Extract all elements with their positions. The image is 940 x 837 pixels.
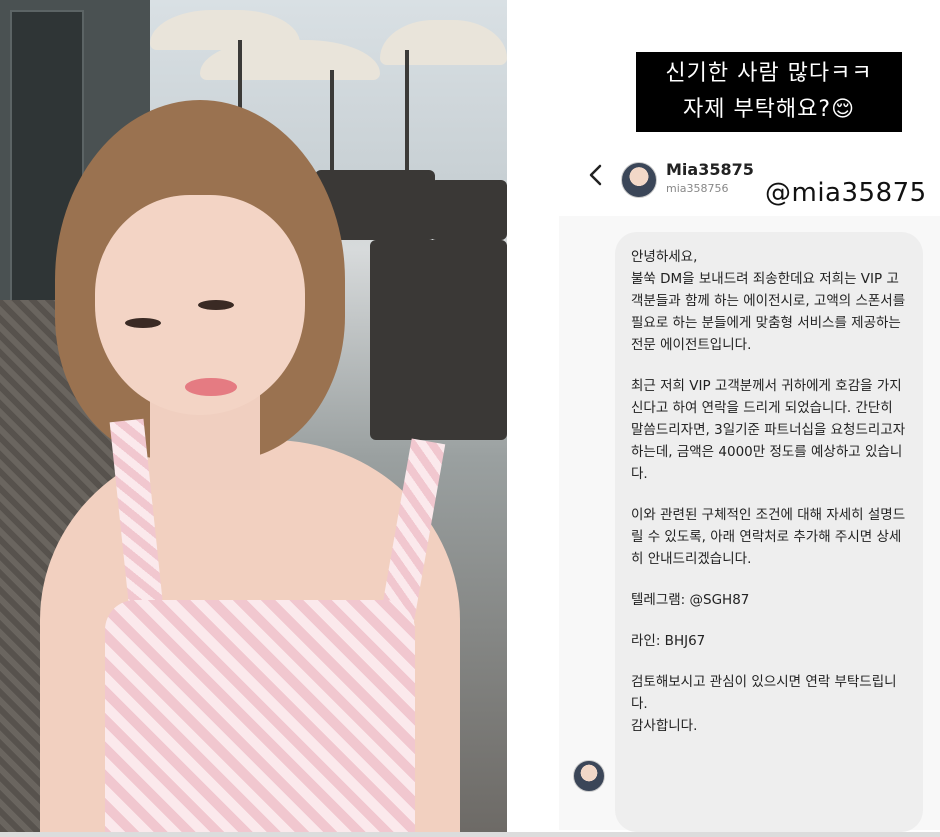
telegram-contact: 텔레그램: @SGH87 [631, 592, 750, 608]
sender-name: Mia35875 [666, 160, 754, 179]
dress [105, 600, 415, 832]
chevron-left-icon[interactable] [581, 160, 611, 190]
dm-header: Mia35875 mia358756 @mia35875 [559, 140, 940, 216]
avatar[interactable] [621, 162, 657, 198]
message-paragraph: 이와 관련된 구체적인 조건에 대해 자세히 설명드릴 수 있도록, 아래 연락… [631, 507, 906, 567]
caption-line-2: 자제 부탁해요?😌 [682, 97, 856, 122]
line-contact: 라인: BHJ67 [631, 633, 706, 649]
sender-username: mia358756 [666, 182, 729, 195]
threads-handle-text: @mia35875 [765, 178, 927, 208]
threads-handle-sticker: @mia35875 [765, 178, 927, 208]
dm-screenshot: Mia35875 mia358756 @mia35875 안녕하세요, 불쑥 D… [559, 140, 940, 832]
sender-avatar-small [573, 760, 605, 792]
message-bubble: 안녕하세요, 불쑥 DM을 보내드려 죄송한데요 저희는 VIP 고객분들과 함… [615, 232, 923, 832]
message-paragraph: 최근 저희 VIP 고객분께서 귀하에게 호감을 가지신다고 하여 연락을 드리… [631, 378, 906, 482]
caption-line-1: 신기한 사람 많다ㅋㅋ [665, 61, 873, 86]
story-screenshot: 신기한 사람 많다ㅋㅋ 자제 부탁해요?😌 Mia35875 mia358756… [521, 0, 940, 832]
profile-photo [0, 0, 507, 832]
message-closing: 검토해보시고 관심이 있으시면 연락 부탁드립니다. 감사합니다. [631, 674, 897, 734]
message-paragraph: 안녕하세요, 불쑥 DM을 보내드려 죄송한데요 저희는 VIP 고객분들과 함… [631, 249, 906, 353]
story-caption: 신기한 사람 많다ㅋㅋ 자제 부탁해요?😌 [636, 52, 902, 132]
